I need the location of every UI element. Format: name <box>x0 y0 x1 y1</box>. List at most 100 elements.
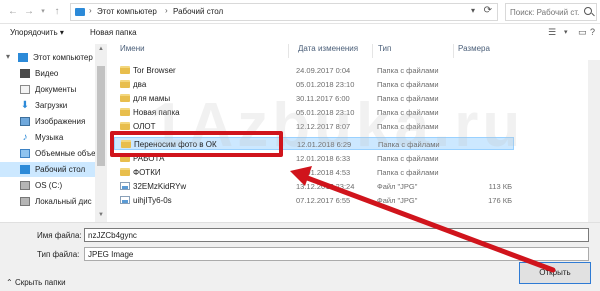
list-item[interactable]: uihjITy6-0s 07.12.2017 6:55 Файл "JPG" 1… <box>114 194 514 207</box>
list-item[interactable]: 32EMzKidRYw 13.12.2017 23:24 Файл "JPG" … <box>114 180 514 193</box>
file-name: Tor Browser <box>133 66 176 75</box>
address-box[interactable]: › Этот компьютер › Рабочий стол ▾ ⟳ <box>70 3 498 21</box>
music-icon: ♪ <box>22 132 28 143</box>
file-type: Файл "JPG" <box>377 196 418 205</box>
documents-icon <box>20 85 30 94</box>
folder-icon <box>120 80 130 88</box>
filename-value: nzJZCb4gync <box>88 231 137 240</box>
sidebar-item-documents[interactable]: Документы <box>0 82 95 97</box>
computer-icon <box>75 8 85 16</box>
toolbar: Упорядочить ▾ Новая папка ☰ ▾ ▭ ? <box>0 24 600 42</box>
sidebar-item-label: Видео <box>35 69 59 78</box>
search-icon[interactable] <box>584 7 592 15</box>
view-options-icon[interactable]: ☰ <box>548 27 556 38</box>
image-file-icon <box>120 182 130 190</box>
chevron-down-icon[interactable]: ▾ <box>564 28 568 36</box>
folder-icon <box>120 168 130 176</box>
folder-icon <box>120 66 130 74</box>
scrollbar-thumb[interactable] <box>97 66 105 166</box>
file-list-scrollbar[interactable] <box>588 60 600 222</box>
filetype-value: JPEG Image <box>88 250 134 259</box>
forward-arrow-icon[interactable]: → <box>22 5 36 19</box>
hide-folders-toggle[interactable]: ⌃ Скрыть папки <box>6 278 66 287</box>
column-header-date[interactable]: Дата изменения <box>298 44 358 58</box>
file-size: 113 КБ <box>488 182 512 191</box>
organize-button[interactable]: Упорядочить ▾ <box>10 28 64 37</box>
computer-icon <box>18 53 28 62</box>
sidebar-scrollbar[interactable]: ▲ ▼ <box>95 44 107 222</box>
chevron-right-icon[interactable]: › <box>89 6 92 15</box>
image-file-icon <box>120 196 130 204</box>
column-divider[interactable] <box>372 44 373 58</box>
file-dialog-footer: Имя файла: nzJZCb4gync Тип файла: JPEG I… <box>0 222 600 291</box>
help-icon[interactable]: ? <box>590 27 595 37</box>
search-input[interactable] <box>510 5 580 19</box>
filename-field[interactable]: nzJZCb4gync <box>84 228 589 242</box>
address-bar-row: ← → ▾ ↑ › Этот компьютер › Рабочий стол … <box>0 0 600 24</box>
chevron-down-icon[interactable]: ▾ <box>6 52 10 61</box>
sidebar-item-os-c[interactable]: OS (C:) <box>0 178 95 193</box>
file-name: uihjITy6-0s <box>133 196 172 205</box>
list-item[interactable]: Tor Browser 24.09.2017 0:04 Папка с файл… <box>114 64 514 77</box>
hide-folders-label: Скрыть папки <box>14 278 66 287</box>
filetype-label: Тип файла: <box>37 250 80 259</box>
file-date: 05.01.2018 23:10 <box>296 80 355 89</box>
file-type: Папка с файлами <box>377 80 439 89</box>
breadcrumb-this-pc[interactable]: Этот компьютер <box>97 7 157 16</box>
open-button[interactable]: Открыть <box>519 262 591 284</box>
folder-icon <box>120 108 130 116</box>
chevron-down-icon[interactable]: ▾ <box>471 6 475 15</box>
sidebar-item-this-pc[interactable]: ▾ Этот компьютер <box>0 50 95 65</box>
sidebar-item-video[interactable]: Видео <box>0 66 95 81</box>
desktop-icon <box>20 165 30 174</box>
new-folder-button[interactable]: Новая папка <box>90 28 137 37</box>
recent-dropdown-icon[interactable]: ▾ <box>36 5 50 19</box>
3d-objects-icon <box>20 149 30 158</box>
annotation-highlight-box <box>110 131 283 157</box>
chevron-up-icon: ⌃ <box>6 278 13 287</box>
file-type: Папка с файлами <box>377 168 439 177</box>
file-type: Файл "JPG" <box>377 182 418 191</box>
sidebar-item-label: Загрузки <box>35 101 68 110</box>
sidebar-item-local-disk[interactable]: Локальный дис <box>0 194 95 209</box>
sidebar-item-label: Рабочий стол <box>35 165 86 174</box>
folder-icon <box>120 94 130 102</box>
filename-label: Имя файла: <box>37 231 82 240</box>
sidebar-item-label: Локальный дис <box>35 197 92 206</box>
sidebar-item-music[interactable]: ♪ Музыка <box>0 130 95 145</box>
sidebar-item-3d-objects[interactable]: Объемные объе <box>0 146 95 161</box>
preview-pane-icon[interactable]: ▭ <box>578 27 587 38</box>
list-item[interactable]: ФОТКИ 12.01.2018 4:53 Папка с файлами <box>114 166 514 179</box>
sidebar-item-desktop[interactable]: Рабочий стол <box>0 162 95 177</box>
file-date: 07.12.2017 6:55 <box>296 196 351 205</box>
scroll-up-icon[interactable]: ▲ <box>98 46 104 52</box>
sidebar-item-label: Этот компьютер <box>33 53 93 62</box>
file-date: 13.12.2017 23:24 <box>296 182 355 191</box>
downloads-icon: ⬇ <box>20 100 30 111</box>
column-divider[interactable] <box>453 44 454 58</box>
sidebar-item-label: Изображения <box>35 117 86 126</box>
scroll-down-icon[interactable]: ▼ <box>98 212 104 218</box>
search-box[interactable] <box>505 3 597 21</box>
column-header-size[interactable]: Размера <box>458 44 490 58</box>
sidebar-item-label: Объемные объе <box>35 149 95 158</box>
file-name: ФОТКИ <box>133 168 161 177</box>
sidebar-item-label: OS (C:) <box>35 181 63 190</box>
sidebar-item-pictures[interactable]: Изображения <box>0 114 95 129</box>
column-header-name[interactable]: Имени <box>120 44 145 58</box>
breadcrumb-desktop[interactable]: Рабочий стол <box>173 7 223 16</box>
chevron-right-icon[interactable]: › <box>165 6 168 15</box>
navigation-pane: ▾ Этот компьютер Видео Документы ⬇ Загру… <box>0 44 95 222</box>
back-arrow-icon[interactable]: ← <box>6 5 20 19</box>
folder-icon <box>120 122 130 130</box>
sidebar-item-label: Документы <box>35 85 77 94</box>
file-size: 176 КБ <box>488 196 512 205</box>
drive-icon <box>20 181 30 190</box>
column-divider[interactable] <box>288 44 289 58</box>
file-date: 12.01.2018 4:53 <box>296 168 351 177</box>
refresh-icon[interactable]: ⟳ <box>484 5 492 16</box>
sidebar-item-downloads[interactable]: ⬇ Загрузки <box>0 98 95 113</box>
filetype-select[interactable]: JPEG Image <box>84 247 589 261</box>
up-arrow-icon[interactable]: ↑ <box>50 5 64 19</box>
column-header-type[interactable]: Тип <box>378 44 391 58</box>
